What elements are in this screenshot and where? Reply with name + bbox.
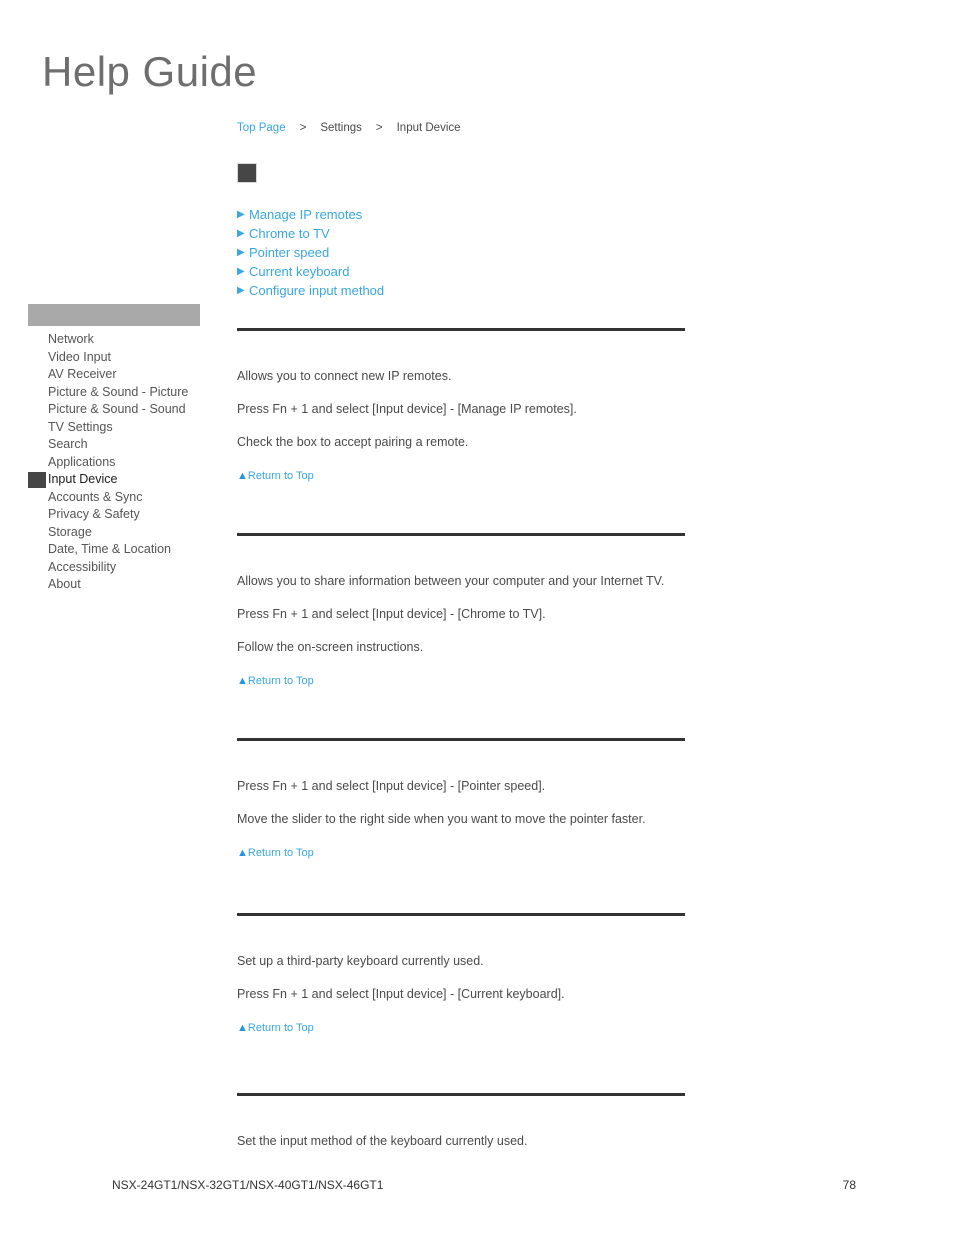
triangle-up-icon: ▲ <box>237 847 248 859</box>
sidebar: Network Video Input AV Receiver Picture & S… <box>28 304 200 594</box>
jump-link-pointer-speed[interactable]: ▶ Pointer speed <box>237 243 697 262</box>
section-current-keyboard: Set up a third-party keyboard currently … <box>237 913 685 1036</box>
section-paragraph: Set up a third-party keyboard currently … <box>237 954 484 968</box>
triangle-right-icon: ▶ <box>237 209 245 220</box>
section-chrome-to-tv: Allows you to share information between … <box>237 533 685 689</box>
section-divider <box>237 738 685 741</box>
section-divider <box>237 328 685 331</box>
help-guide-page: Help Guide Top Page > Settings > Input Devic… <box>0 0 954 1235</box>
section-configure-input-method: Set the input method of the keyboard cur… <box>237 1093 685 1165</box>
return-to-top-link[interactable]: ▲Return to Top <box>237 469 314 484</box>
return-to-top-link[interactable]: ▲Return to Top <box>237 1021 314 1036</box>
sidebar-item-accounts-sync[interactable]: Accounts & Sync <box>28 489 200 507</box>
breadcrumb-item-input-device: Input Device <box>396 122 461 134</box>
sidebar-item-label: Accessibility <box>48 559 117 574</box>
footer-model-numbers: NSX-24GT1/NSX-32GT1/NSX-40GT1/NSX-46GT1 <box>112 1178 384 1192</box>
section-paragraph: Press Fn + 1 and select [Input device] -… <box>237 987 565 1001</box>
sidebar-item-network[interactable]: Network <box>28 331 200 349</box>
section-manage-ip-remotes: Allows you to connect new IP remotes. Pre… <box>237 328 685 484</box>
section-heading-image-manage-ip-remotes <box>237 331 257 367</box>
section-jump-list: ▶ Manage IP remotes ▶ Chrome to TV ▶ Pointer … <box>237 205 697 300</box>
section-paragraph: Set the input method of the keyboard cur… <box>237 1134 528 1148</box>
sidebar-item-date-time-location[interactable]: Date, Time & Location <box>28 541 200 559</box>
section-heading-image-current-keyboard <box>237 916 257 952</box>
return-to-top-link[interactable]: ▲Return to Top <box>237 846 314 861</box>
section-paragraph: Allows you to share information between … <box>237 574 665 588</box>
sidebar-item-privacy-safety[interactable]: Privacy & Safety <box>28 506 200 524</box>
sidebar-item-picture-sound-picture[interactable]: Picture & Sound - Picture <box>28 384 200 402</box>
triangle-right-icon: ▶ <box>237 228 245 239</box>
jump-link-label: Pointer speed <box>249 245 330 260</box>
section-heading-image-configure-input-method <box>237 1096 257 1132</box>
sidebar-item-label: Date, Time & Location <box>48 542 171 556</box>
sidebar-item-search[interactable]: Search <box>28 436 200 454</box>
section-paragraph: Check the box to accept pairing a remote… <box>237 435 469 449</box>
section-divider <box>237 1093 685 1096</box>
breadcrumb-item-settings: Settings <box>320 122 362 134</box>
sidebar-item-label: Picture & Sound - Sound <box>48 402 186 416</box>
sidebar-item-tv-settings[interactable]: TV Settings <box>28 419 200 437</box>
sidebar-item-label: Input Device <box>48 472 118 486</box>
breadcrumb-separator: > <box>299 122 307 134</box>
jump-link-label: Chrome to TV <box>249 226 330 241</box>
sidebar-item-label: About <box>48 577 81 591</box>
sidebar-item-input-device[interactable]: Input Device <box>28 471 200 489</box>
sidebar-item-label: Privacy & Safety <box>48 507 140 521</box>
section-paragraph: Press Fn + 1 and select [Input device] -… <box>237 779 546 793</box>
section-paragraph: Follow the on-screen instructions. <box>237 640 424 654</box>
jump-link-label: Manage IP remotes <box>249 207 363 222</box>
triangle-right-icon: ▶ <box>237 266 245 277</box>
sidebar-item-picture-sound-sound[interactable]: Picture & Sound - Sound <box>28 401 200 419</box>
section-pointer-speed: Press Fn + 1 and select [Input device] -… <box>237 738 685 861</box>
sidebar-item-label: TV Settings <box>48 419 113 434</box>
section-paragraph: Press Fn + 1 and select [Input device] -… <box>237 402 577 416</box>
section-paragraph: Move the slider to the right side when y… <box>237 812 646 826</box>
triangle-up-icon: ▲ <box>237 470 248 482</box>
sidebar-item-label: Accounts & Sync <box>48 489 143 504</box>
sidebar-item-label: Applications <box>48 454 116 469</box>
breadcrumb-separator: > <box>375 122 383 134</box>
return-to-top-label: Return to Top <box>247 847 314 859</box>
sidebar-item-applications[interactable]: Applications <box>28 454 200 472</box>
section-divider <box>237 913 685 916</box>
sidebar-item-video-input[interactable]: Video Input <box>28 349 200 367</box>
return-to-top-label: Return to Top <box>247 1022 314 1034</box>
jump-link-configure-input-method[interactable]: ▶ Configure input method <box>237 281 697 300</box>
masthead-title: Help Guide <box>42 48 258 95</box>
jump-link-label: Configure input method <box>249 283 385 298</box>
section-heading-image-chrome-to-tv <box>237 536 257 572</box>
sidebar-item-storage[interactable]: Storage <box>28 524 200 542</box>
input-device-heading-image <box>237 163 257 183</box>
return-to-top-link[interactable]: ▲Return to Top <box>237 674 314 689</box>
sidebar-item-label: Storage <box>48 524 92 539</box>
section-divider <box>237 533 685 536</box>
jump-link-current-keyboard[interactable]: ▶ Current keyboard <box>237 262 697 281</box>
footer-page-number: 78 <box>842 1178 856 1192</box>
return-to-top-label: Return to Top <box>247 675 314 687</box>
sidebar-list: Network Video Input AV Receiver Picture & S… <box>28 326 200 594</box>
sidebar-item-label: Video Input <box>48 349 112 364</box>
section-paragraph: Allows you to connect new IP remotes. <box>237 369 452 383</box>
jump-link-chrome-to-tv[interactable]: ▶ Chrome to TV <box>237 224 697 243</box>
jump-link-label: Current keyboard <box>249 264 350 279</box>
jump-link-manage-ip-remotes[interactable]: ▶ Manage IP remotes <box>237 205 697 224</box>
breadcrumb-item-top-page[interactable]: Top Page <box>237 122 286 134</box>
section-heading-image-pointer-speed <box>237 741 257 777</box>
triangle-right-icon: ▶ <box>237 247 245 258</box>
sidebar-item-label: Network <box>48 332 94 346</box>
sidebar-item-label: Search <box>48 437 88 451</box>
sidebar-item-label: Picture & Sound - Picture <box>48 384 189 399</box>
sidebar-item-about[interactable]: About <box>28 576 200 594</box>
triangle-up-icon: ▲ <box>237 1022 248 1034</box>
sidebar-item-accessibility[interactable]: Accessibility <box>28 559 200 577</box>
sidebar-item-label: AV Receiver <box>48 367 117 381</box>
return-to-top-label: Return to Top <box>247 470 314 482</box>
sidebar-current-marker-icon <box>28 472 46 488</box>
triangle-right-icon: ▶ <box>237 285 245 296</box>
triangle-up-icon: ▲ <box>237 675 248 687</box>
breadcrumb: Top Page > Settings > Input Device <box>237 120 461 136</box>
sidebar-item-av-receiver[interactable]: AV Receiver <box>28 366 200 384</box>
sidebar-header <box>28 304 200 326</box>
section-paragraph: Press Fn + 1 and select [Input device] -… <box>237 607 546 621</box>
